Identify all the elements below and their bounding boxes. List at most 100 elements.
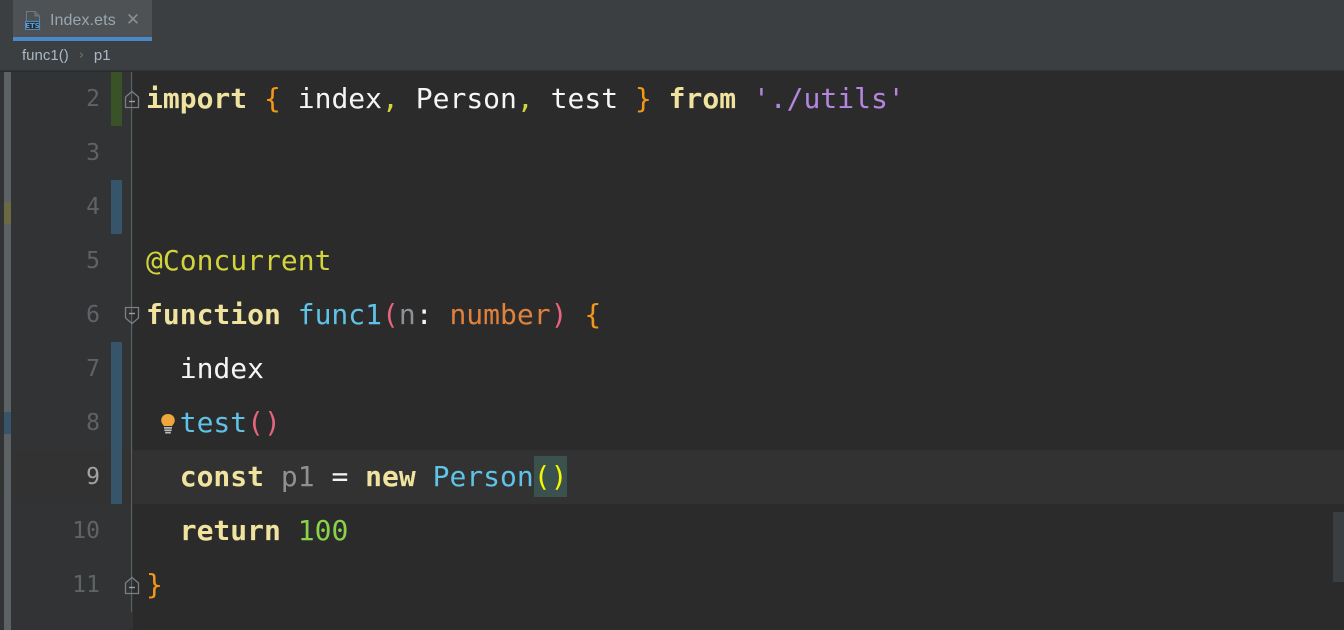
chevron-right-icon: ›	[79, 48, 84, 63]
code-line-text: return 100	[146, 504, 348, 558]
code-token	[416, 460, 433, 493]
code-token: }	[146, 568, 163, 601]
code-token: (	[382, 298, 399, 331]
code-token	[652, 82, 669, 115]
line-number: 8	[0, 396, 100, 450]
code-token: number	[449, 298, 550, 331]
fold-region-line	[131, 234, 132, 288]
vcs-change-marker[interactable]	[111, 180, 122, 234]
fold-toggle-icon[interactable]	[124, 576, 140, 595]
line-number: 4	[0, 180, 100, 234]
breadcrumb-item-p1[interactable]: p1	[94, 47, 111, 64]
vertical-scrollbar-thumb[interactable]	[1333, 512, 1344, 582]
editor-tab-bar: ETS Index.ets ✕	[0, 0, 1344, 41]
code-token: const	[180, 460, 264, 493]
code-token: from	[669, 82, 736, 115]
code-token	[281, 298, 298, 331]
fold-toggle-icon[interactable]	[124, 90, 140, 109]
svg-text:ETS: ETS	[25, 22, 40, 30]
breadcrumb: func1() › p1	[0, 41, 1344, 71]
fold-region-line	[131, 126, 132, 180]
code-line-text: index	[146, 342, 264, 396]
line-number: 6	[0, 288, 100, 342]
code-token: @Concurrent	[146, 244, 331, 277]
code-token: 100	[298, 514, 349, 547]
code-token: ,	[517, 82, 534, 115]
code-token: p1	[281, 460, 315, 493]
code-token: :	[416, 298, 433, 331]
line-number: 11	[0, 558, 100, 612]
fold-region-line	[131, 450, 132, 504]
editor-line[interactable]: 8 test()	[0, 396, 1344, 450]
code-token	[736, 82, 753, 115]
editor-line[interactable]: 4	[0, 180, 1344, 234]
code-token	[567, 298, 584, 331]
editor-line[interactable]: 2 import { index, Person, test } from './…	[0, 72, 1344, 126]
code-token: test	[534, 82, 635, 115]
code-token	[146, 460, 180, 493]
fold-region-line	[131, 342, 132, 396]
editor-line[interactable]: 6 function func1(n: number) {	[0, 288, 1344, 342]
editor-line[interactable]: 3	[0, 126, 1344, 180]
code-token: {	[264, 82, 281, 115]
fold-region-line	[131, 504, 132, 558]
code-token	[348, 460, 365, 493]
code-line-text: @Concurrent	[146, 234, 331, 288]
code-token: Person	[433, 460, 534, 493]
code-token: {	[584, 298, 601, 331]
line-number: 3	[0, 126, 100, 180]
editor-line[interactable]: 7 index	[0, 342, 1344, 396]
fold-region-line	[131, 180, 132, 234]
line-number: 9	[0, 450, 100, 504]
code-token: ()	[247, 406, 281, 439]
editor-line[interactable]: 9 const p1 = new Person()	[0, 450, 1344, 504]
editor-line[interactable]: 10 return 100	[0, 504, 1344, 558]
code-line-text: import { index, Person, test } from './u…	[146, 72, 905, 126]
code-token: Person	[399, 82, 517, 115]
code-token: n	[399, 298, 416, 331]
code-token: new	[365, 460, 416, 493]
fold-toggle-icon[interactable]	[124, 306, 140, 325]
code-token	[247, 82, 264, 115]
vcs-change-marker[interactable]	[111, 396, 122, 450]
line-number: 2	[0, 72, 100, 126]
code-token	[264, 460, 281, 493]
close-icon[interactable]: ✕	[126, 12, 140, 29]
code-token: return	[180, 514, 281, 547]
code-line-text: function func1(n: number) {	[146, 288, 601, 342]
code-token	[146, 406, 180, 439]
code-line-text: test()	[146, 396, 281, 450]
vcs-change-marker[interactable]	[111, 342, 122, 396]
code-token	[281, 514, 298, 547]
fold-region-line	[131, 396, 132, 450]
code-token: import	[146, 82, 247, 115]
code-editor[interactable]: 2 import { index, Person, test } from './…	[0, 72, 1344, 630]
editor-line[interactable]: 11}	[0, 558, 1344, 612]
line-number: 5	[0, 234, 100, 288]
editor-tab-label: Index.ets	[50, 12, 116, 30]
ide-window: ETS Index.ets ✕ func1() › p1 2import { i…	[0, 0, 1344, 630]
code-token: index	[146, 352, 264, 385]
code-token	[146, 514, 180, 547]
code-token: )	[551, 298, 568, 331]
code-token: =	[331, 460, 348, 493]
code-line-text: const p1 = new Person()	[146, 450, 567, 504]
breadcrumb-item-func1[interactable]: func1()	[22, 47, 69, 64]
editor-tab-index-ets[interactable]: ETS Index.ets ✕	[13, 0, 152, 41]
code-token	[433, 298, 450, 331]
editor-line[interactable]: 5 @Concurrent	[0, 234, 1344, 288]
code-token: function	[146, 298, 281, 331]
line-number: 10	[0, 504, 100, 558]
code-token: ()	[534, 456, 568, 497]
code-line-text: }	[146, 558, 163, 612]
line-number: 7	[0, 342, 100, 396]
code-token: }	[635, 82, 652, 115]
vcs-change-marker[interactable]	[111, 72, 122, 126]
ets-file-icon: ETS	[25, 11, 42, 30]
code-token: index	[281, 82, 382, 115]
code-token: test	[180, 406, 247, 439]
code-token	[315, 460, 332, 493]
vcs-change-marker[interactable]	[111, 450, 122, 504]
code-token: ,	[382, 82, 399, 115]
code-token: func1	[298, 298, 382, 331]
